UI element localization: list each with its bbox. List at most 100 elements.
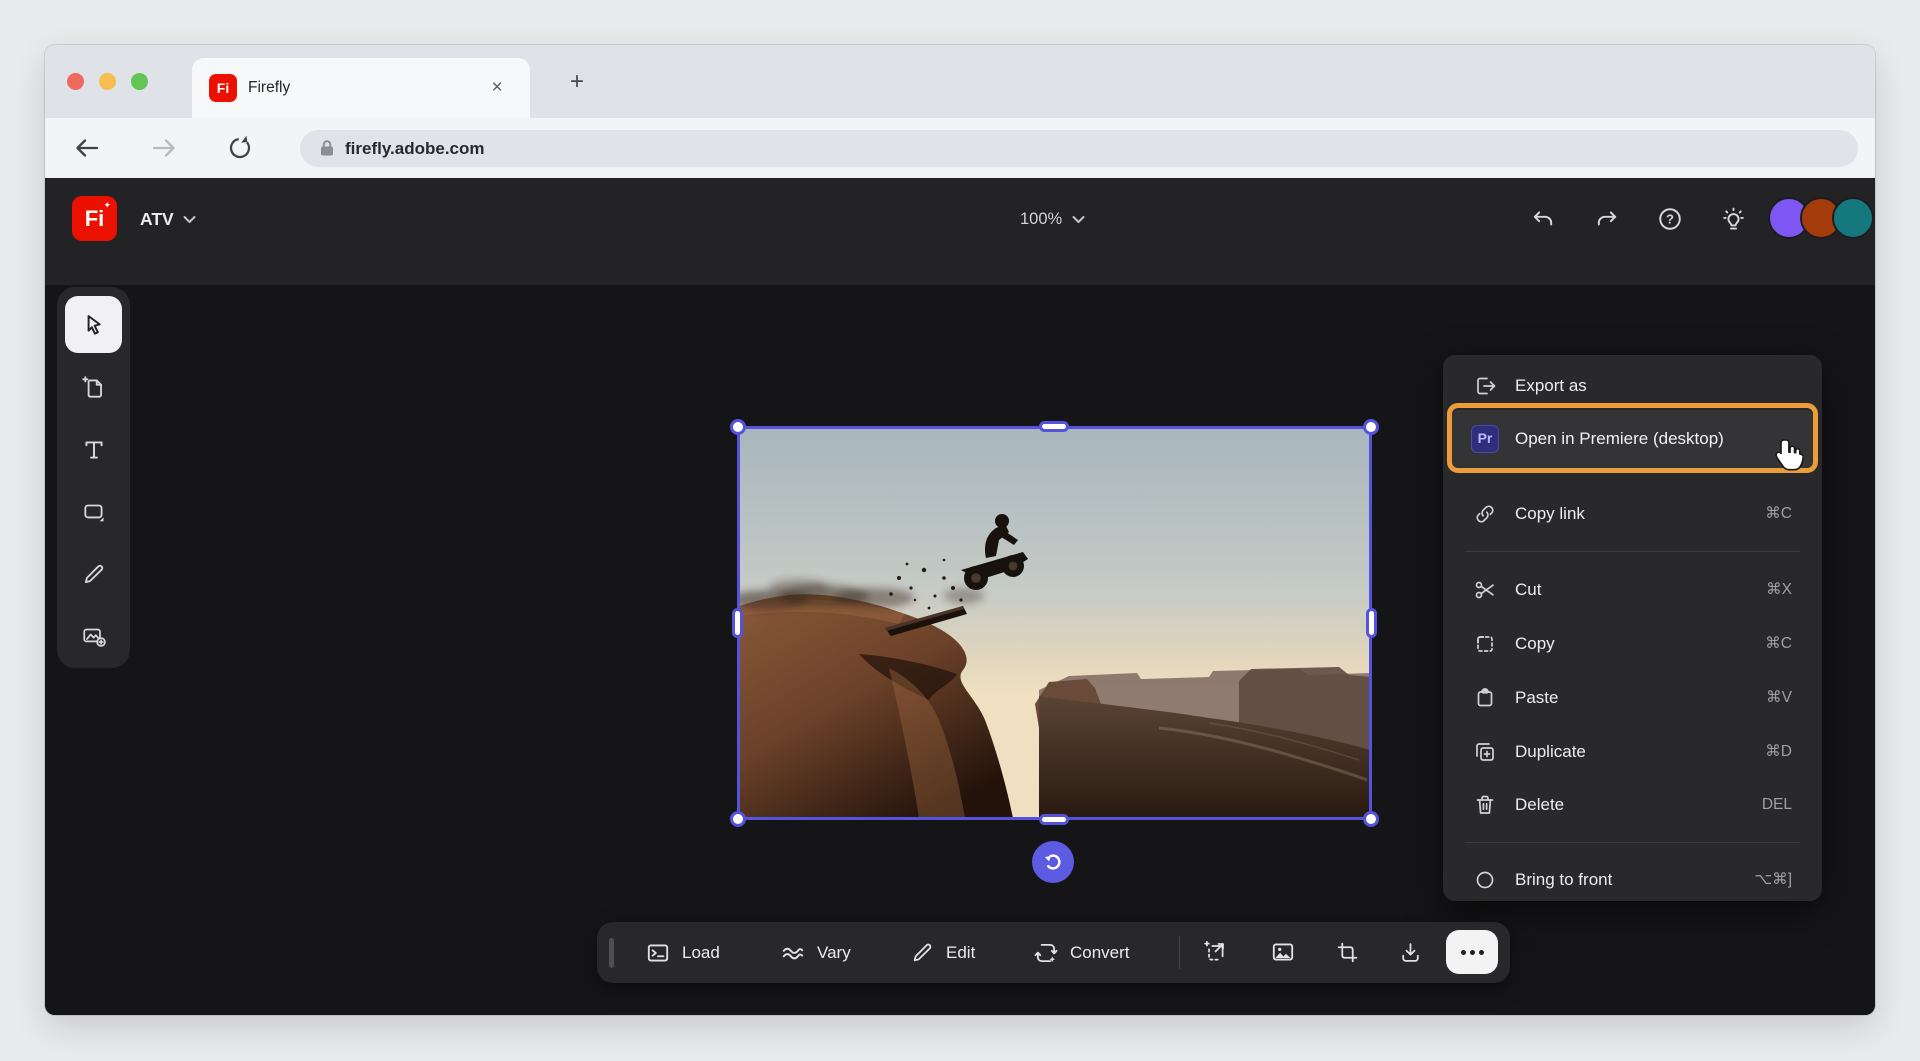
handle-top-right[interactable] xyxy=(1363,419,1379,435)
back-button[interactable] xyxy=(72,133,102,163)
text-icon xyxy=(81,437,107,463)
firefly-favicon-icon: Fi xyxy=(209,74,237,102)
atv-canyon-image xyxy=(739,428,1370,818)
handle-bottom-right[interactable] xyxy=(1363,811,1379,827)
toolbar-drag-handle[interactable] xyxy=(609,938,614,968)
menu-item-duplicate[interactable]: Duplicate ⌘D xyxy=(1443,730,1822,774)
draw-tool[interactable] xyxy=(65,545,122,602)
select-tool[interactable] xyxy=(65,296,122,353)
handle-top[interactable] xyxy=(1039,421,1069,432)
menu-item-label: Duplicate xyxy=(1515,730,1586,774)
add-media-icon xyxy=(81,623,107,649)
download-button[interactable] xyxy=(1390,932,1430,972)
svg-text:?: ? xyxy=(1666,212,1674,227)
generative-expand-button[interactable] xyxy=(1195,932,1235,972)
tab-close-icon[interactable]: × xyxy=(484,75,510,101)
browser-toolbar: firefly.adobe.com xyxy=(45,118,1875,178)
help-button[interactable]: ? xyxy=(1650,199,1690,239)
generative-expand-icon xyxy=(1202,939,1228,965)
crop-icon xyxy=(1335,940,1360,965)
draw-icon xyxy=(81,561,107,587)
clipboard-icon xyxy=(1473,686,1497,710)
zoom-window-button[interactable] xyxy=(131,73,148,90)
bottom-toolbar: Load Vary Edit xyxy=(597,922,1510,983)
add-media-tool[interactable] xyxy=(65,607,122,664)
prompt-icon xyxy=(645,940,671,966)
firefly-logo-icon[interactable]: Fi ✦ xyxy=(72,196,117,241)
menu-divider xyxy=(1465,842,1800,843)
more-options-button[interactable] xyxy=(1446,930,1498,974)
pencil-icon xyxy=(910,940,935,965)
menu-item-shortcut: ⌘X xyxy=(1766,568,1792,612)
load-label: Load xyxy=(682,943,720,963)
firefly-app: Fi ✦ ATV 100% ? xyxy=(45,178,1875,1015)
undo-button[interactable] xyxy=(1523,199,1563,239)
crop-button[interactable] xyxy=(1327,932,1367,972)
reload-button[interactable] xyxy=(225,133,255,163)
menu-item-open-in-premiere[interactable]: Pr Open in Premiere (desktop) xyxy=(1452,410,1813,468)
edit-button[interactable]: Edit xyxy=(910,922,975,983)
chevron-down-icon xyxy=(1072,215,1085,224)
url-text: firefly.adobe.com xyxy=(345,130,485,167)
menu-item-label: Bring to front xyxy=(1515,858,1612,901)
menu-item-bring-to-front[interactable]: Bring to front ⌥⌘] xyxy=(1443,858,1822,901)
convert-button[interactable]: Convert xyxy=(1033,922,1130,983)
shape-tool[interactable] xyxy=(65,483,122,540)
handle-right[interactable] xyxy=(1366,608,1377,638)
browser-tab[interactable]: Fi Firefly × xyxy=(192,58,530,118)
menu-item-label: Copy xyxy=(1515,622,1555,666)
minimize-window-button[interactable] xyxy=(99,73,116,90)
menu-item-paste[interactable]: Paste ⌘V xyxy=(1443,676,1822,720)
forward-button[interactable] xyxy=(149,133,179,163)
image-icon xyxy=(1270,939,1296,965)
text-tool[interactable] xyxy=(65,421,122,478)
menu-item-copy[interactable]: Copy ⌘C xyxy=(1443,622,1822,666)
download-icon xyxy=(1398,940,1423,965)
menu-item-shortcut: ⌥⌘] xyxy=(1754,858,1792,901)
scissors-icon xyxy=(1473,578,1497,602)
menu-item-label: Delete xyxy=(1515,783,1564,827)
lightbulb-button[interactable] xyxy=(1713,199,1753,239)
copy-icon xyxy=(1473,632,1497,656)
chevron-down-icon xyxy=(183,215,196,224)
rotate-button[interactable] xyxy=(1032,841,1074,883)
handle-left[interactable] xyxy=(732,608,743,638)
duplicate-icon xyxy=(1473,740,1497,764)
selected-image[interactable] xyxy=(739,428,1370,818)
load-button[interactable]: Load xyxy=(645,922,720,983)
redo-button[interactable] xyxy=(1587,199,1627,239)
edit-label: Edit xyxy=(946,943,975,963)
menu-item-cut[interactable]: Cut ⌘X xyxy=(1443,568,1822,612)
menu-item-label: Paste xyxy=(1515,676,1558,720)
handle-bottom-left[interactable] xyxy=(730,811,746,827)
export-icon xyxy=(1473,374,1497,398)
tab-title: Firefly xyxy=(248,58,290,118)
vary-button[interactable]: Vary xyxy=(780,922,851,983)
new-tab-button[interactable]: + xyxy=(564,69,590,95)
tab-strip: Fi Firefly × + xyxy=(45,45,1875,118)
address-bar[interactable]: firefly.adobe.com xyxy=(300,130,1858,167)
toolbar-divider xyxy=(1179,936,1180,969)
page-add-icon xyxy=(81,375,107,401)
avatar-teal[interactable] xyxy=(1832,197,1874,239)
sparkle-icon: ✦ xyxy=(103,200,111,211)
menu-item-copy-link[interactable]: Copy link ⌘C xyxy=(1443,492,1822,536)
menu-item-label: Export as xyxy=(1515,364,1587,408)
document-title: ATV xyxy=(140,209,174,230)
close-window-button[interactable] xyxy=(67,73,84,90)
vary-waves-icon xyxy=(780,940,806,966)
canvas[interactable]: Export as Pr Open in Premiere (desktop) … xyxy=(45,285,1875,1015)
menu-item-export-as[interactable]: Export as xyxy=(1443,364,1822,408)
document-title-dropdown[interactable]: ATV xyxy=(140,178,196,260)
bring-to-front-icon xyxy=(1473,868,1497,892)
screenshot-stage: Fi Firefly × + xyxy=(0,0,1920,1061)
handle-top-left[interactable] xyxy=(730,419,746,435)
menu-item-delete[interactable]: Delete DEL xyxy=(1443,783,1822,827)
zoom-level-dropdown[interactable]: 100% xyxy=(1020,178,1085,260)
vary-label: Vary xyxy=(817,943,851,963)
handle-bottom[interactable] xyxy=(1039,814,1069,825)
menu-item-label: Cut xyxy=(1515,568,1541,612)
menu-item-label: Copy link xyxy=(1515,492,1585,536)
image-button[interactable] xyxy=(1263,932,1303,972)
page-tool[interactable] xyxy=(65,359,122,416)
